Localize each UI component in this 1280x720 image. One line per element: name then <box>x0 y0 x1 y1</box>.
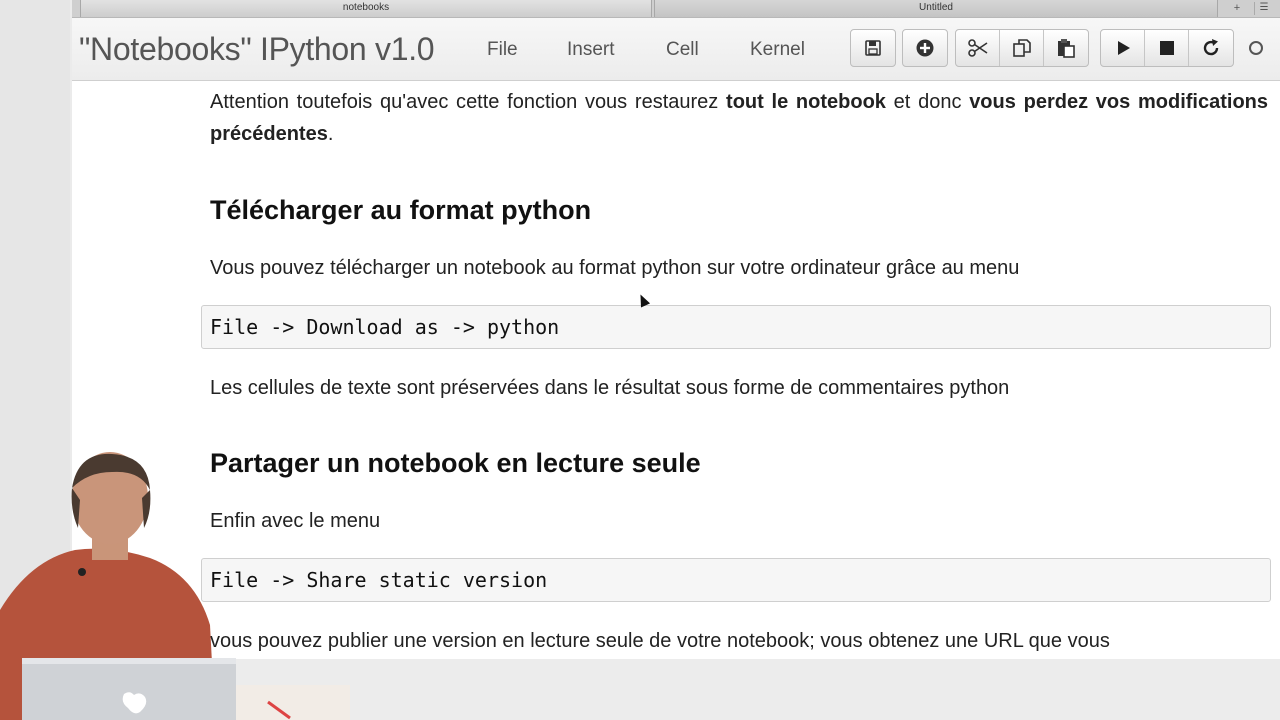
text-publish[interactable]: vous pouvez publier une version en lectu… <box>210 625 1268 657</box>
tab-untitled[interactable]: Untitled <box>654 0 1218 17</box>
toolbar-run-group <box>1100 29 1234 67</box>
laptop <box>22 658 236 720</box>
text-warning-end: . <box>327 123 334 145</box>
kernel-status-icon <box>1249 41 1263 55</box>
notebook-header: "Notebooks" IPython v1.0 File Insert Cel… <box>72 18 1280 81</box>
tab-list-button[interactable]: ☰ <box>1254 2 1273 15</box>
stop-icon <box>1159 41 1174 55</box>
copy-button[interactable] <box>1000 30 1044 66</box>
cut-icon <box>967 39 987 57</box>
presenter-webcam <box>0 452 350 720</box>
restart-button[interactable] <box>1189 30 1233 66</box>
text-warning-part1: Attention toutefois qu'avec cette foncti… <box>210 91 727 113</box>
toolbar-save-group <box>850 29 896 67</box>
menu-cell[interactable]: Cell <box>666 39 699 61</box>
code-cell-download[interactable]: File -> Download as -> python <box>201 305 1271 349</box>
toolbar-edit-group <box>955 29 1089 67</box>
text-comments[interactable]: Les cellules de texte sont préservées da… <box>210 372 1268 404</box>
insert-cell-icon <box>916 39 934 57</box>
menu-kernel[interactable]: Kernel <box>750 39 805 61</box>
menu-insert[interactable]: Insert <box>567 39 615 61</box>
text-warning-bold1: tout le notebook <box>726 91 886 113</box>
run-icon <box>1117 41 1130 55</box>
text-cell-warning[interactable]: Attention toutefois qu'avec cette foncti… <box>210 86 1268 150</box>
restart-icon <box>1203 39 1219 56</box>
code-cell-share[interactable]: File -> Share static version <box>201 558 1271 602</box>
paste-icon <box>1058 39 1075 58</box>
menu-file[interactable]: File <box>487 39 518 61</box>
stop-button[interactable] <box>1145 30 1189 66</box>
save-button[interactable] <box>851 30 895 66</box>
text-warning-part2: et donc <box>885 91 970 113</box>
cut-button[interactable] <box>956 30 1000 66</box>
text-download[interactable]: Vous pouvez télécharger un notebook au f… <box>210 252 1268 284</box>
browser-tab-bar: notebooks Untitled + ☰ <box>72 0 1280 18</box>
toolbar-insert-group <box>902 29 948 67</box>
new-tab-button[interactable]: + <box>1228 0 1246 17</box>
tab-notebooks[interactable]: notebooks <box>80 0 652 17</box>
text-share[interactable]: Enfin avec le menu <box>210 505 1268 537</box>
save-icon <box>865 40 881 56</box>
insert-cell-button[interactable] <box>903 30 947 66</box>
notebook-title[interactable]: "Notebooks" IPython v1.0 <box>79 31 435 68</box>
run-button[interactable] <box>1101 30 1145 66</box>
paste-button[interactable] <box>1044 30 1088 66</box>
copy-icon <box>1012 39 1031 57</box>
heading-download[interactable]: Télécharger au format python <box>210 195 591 226</box>
